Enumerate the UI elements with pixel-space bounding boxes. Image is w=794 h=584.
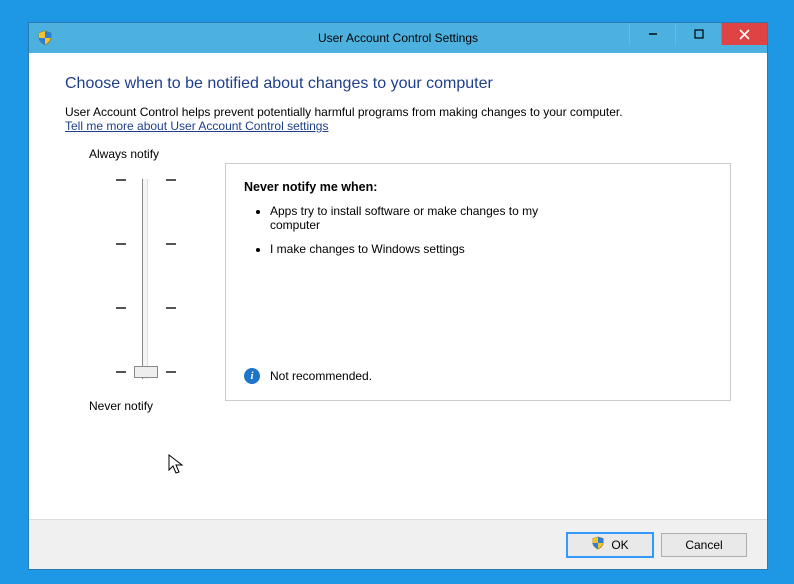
help-link[interactable]: Tell me more about User Account Control … — [65, 119, 731, 133]
dialog-footer: OK Cancel — [29, 519, 767, 569]
shield-icon — [591, 536, 605, 553]
shield-icon — [37, 30, 53, 46]
titlebar[interactable]: User Account Control Settings — [29, 23, 767, 53]
maximize-button[interactable] — [675, 23, 721, 45]
notice-bullet: I make changes to Windows settings — [270, 242, 570, 256]
uac-settings-window: User Account Control Settings Choose whe… — [28, 22, 768, 570]
slider-column: Always notify Never notify — [65, 147, 225, 413]
window-controls — [629, 23, 767, 53]
close-button[interactable] — [721, 23, 767, 45]
notice-title: Never notify me when: — [244, 180, 712, 194]
notice-bullet-list: Apps try to install software or make cha… — [248, 204, 712, 266]
dialog-body: Choose when to be notified about changes… — [29, 53, 767, 519]
main-content-row: Always notify Never notify Never notify … — [65, 147, 731, 413]
notice-bullet: Apps try to install software or make cha… — [270, 204, 570, 232]
page-heading: Choose when to be notified about changes… — [65, 75, 731, 93]
ok-button-label: OK — [611, 538, 628, 552]
cancel-button[interactable]: Cancel — [661, 533, 747, 557]
cancel-button-label: Cancel — [685, 538, 722, 552]
info-icon: i — [244, 368, 260, 384]
ok-button[interactable]: OK — [567, 533, 653, 557]
page-description: User Account Control helps prevent poten… — [65, 105, 731, 119]
minimize-button[interactable] — [629, 23, 675, 45]
slider-top-label: Always notify — [89, 147, 159, 161]
notification-slider[interactable] — [115, 169, 175, 389]
recommendation-status: i Not recommended. — [244, 368, 712, 384]
slider-bottom-label: Never notify — [89, 399, 153, 413]
notification-description-box: Never notify me when: Apps try to instal… — [225, 163, 731, 401]
recommendation-text: Not recommended. — [270, 369, 372, 383]
slider-thumb[interactable] — [134, 366, 158, 378]
